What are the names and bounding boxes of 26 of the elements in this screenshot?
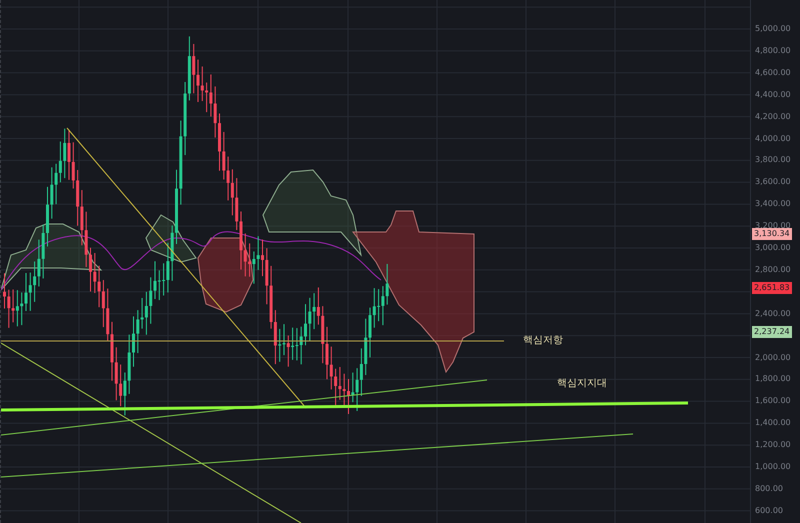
price-tick-label: 800.00 (755, 482, 783, 495)
price-tick-label: 600.00 (755, 504, 783, 517)
price-tick-label: 2,000.00 (755, 352, 791, 364)
price-label: 2,651.83 (752, 282, 792, 294)
chart-annotation: 핵심저항 (523, 334, 563, 347)
price-tick-label: 5,000.00 (755, 23, 791, 35)
price-tick-label: 1,800.00 (755, 373, 791, 386)
price-tick-label: 3,200.00 (755, 220, 791, 230)
price-tick-label: 4,800.00 (755, 44, 791, 57)
price-tick-label: 2,400.00 (755, 308, 791, 320)
price-tick-label: 4,600.00 (755, 66, 791, 79)
price-label: 2,237.24 (752, 326, 792, 338)
price-tick-label: 1,200.00 (755, 439, 791, 452)
price-label: 3,130.34 (752, 228, 792, 240)
price-tick-label: 3,800.00 (755, 154, 791, 166)
price-tick-label: 3,400.00 (755, 198, 791, 210)
price-tick-label: 1,400.00 (755, 417, 791, 430)
price-tick-label: 1,600.00 (755, 395, 791, 408)
price-tick-label: 3,600.00 (755, 176, 791, 188)
price-tick-label: 4,200.00 (755, 110, 791, 123)
price-tick-label: 4,400.00 (755, 88, 791, 101)
chart-annotation: 핵심지지대 (557, 377, 607, 390)
price-tick-label: 1,000.00 (755, 461, 791, 473)
price-tick-label: 2,800.00 (755, 264, 791, 276)
price-tick-label: 3,000.00 (755, 242, 791, 254)
price-tick-label: 4,000.00 (755, 132, 791, 144)
